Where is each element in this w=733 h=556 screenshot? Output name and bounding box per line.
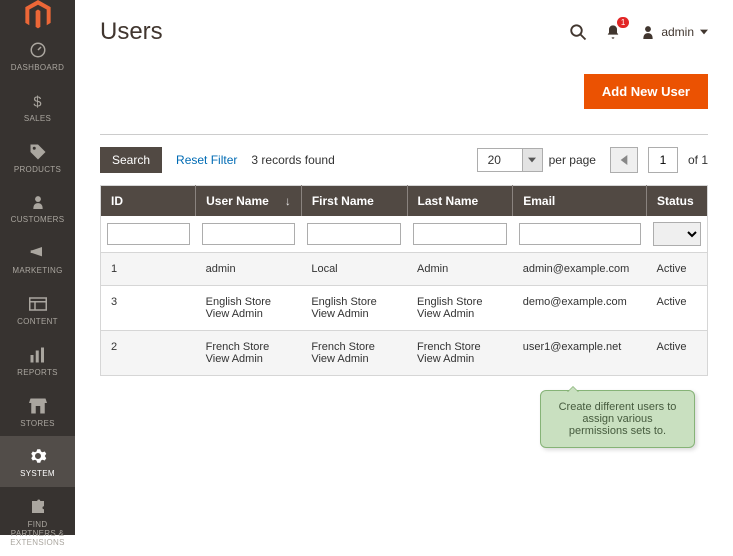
grid-toolbar: Search Reset Filter 3 records found 20 p… [100,135,708,185]
dollar-icon: $ [28,91,48,111]
filter-status-select[interactable] [653,222,702,246]
nav-stores[interactable]: STORES [0,386,75,437]
cell-firstname: Local [301,253,407,286]
cell-username: French Store View Admin [196,331,302,376]
nav-label: STORES [20,420,55,429]
nav-products[interactable]: PRODUCTS [0,132,75,183]
chevron-down-icon [700,29,708,35]
cell-lastname: English Store View Admin [407,286,513,331]
page-input[interactable] [648,147,678,173]
cell-email: demo@example.com [513,286,647,331]
col-username-header[interactable]: User Name↓ [196,186,302,217]
main-content: Users 1 admin Add New User Search Reset … [75,0,733,535]
table-row[interactable]: 1 admin Local Admin admin@example.com Ac… [101,253,708,286]
nav-label: DASHBOARD [11,64,64,73]
sort-arrow-icon: ↓ [285,194,291,208]
cell-lastname: Admin [407,253,513,286]
filter-username-input[interactable] [202,223,296,245]
notification-badge: 1 [617,17,629,28]
nav-label: FIND PARTNERS & EXTENSIONS [4,521,71,547]
filter-lastname-input[interactable] [413,223,507,245]
cell-lastname: French Store View Admin [407,331,513,376]
nav-content[interactable]: CONTENT [0,284,75,335]
header-actions: 1 admin [569,23,708,41]
col-email-header[interactable]: Email [513,186,647,217]
cell-email: user1@example.net [513,331,647,376]
svg-text:$: $ [33,94,41,110]
cell-email: admin@example.com [513,253,647,286]
cell-status: Active [647,331,708,376]
gear-icon [28,446,48,466]
search-button[interactable]: Search [100,147,162,173]
col-status-header[interactable]: Status [647,186,708,217]
layout-icon [28,294,48,314]
puzzle-icon [28,497,48,517]
per-page-control: 20 per page [477,148,596,172]
table-row[interactable]: 2 French Store View Admin French Store V… [101,331,708,376]
cell-firstname: English Store View Admin [301,286,407,331]
col-id-header[interactable]: ID [101,186,196,217]
user-icon [641,24,655,40]
store-icon [28,396,48,416]
cell-firstname: French Store View Admin [301,331,407,376]
per-page-label: per page [549,153,596,167]
page-title: Users [100,18,163,46]
nav-sales[interactable]: $ SALES [0,81,75,132]
actions-bar: Add New User [100,54,708,135]
reset-filter-link[interactable]: Reset Filter [176,153,237,167]
nav-partners[interactable]: FIND PARTNERS & EXTENSIONS [0,487,75,555]
pager: of 1 [610,147,708,173]
tag-icon [28,142,48,162]
nav-dashboard[interactable]: DASHBOARD [0,30,75,81]
chart-icon [28,345,48,365]
add-new-user-button[interactable]: Add New User [584,74,708,109]
cell-id: 1 [101,253,196,286]
nav-label: MARKETING [12,267,62,276]
page-header: Users 1 admin [100,0,708,54]
page-size-select[interactable]: 20 [477,148,543,172]
megaphone-icon [28,243,48,263]
user-label: admin [661,25,694,39]
nav-label: SALES [24,115,51,124]
table-row[interactable]: 3 English Store View Admin English Store… [101,286,708,331]
person-icon [28,192,48,212]
nav-marketing[interactable]: MARKETING [0,233,75,284]
nav-label: CONTENT [17,318,58,327]
notification-icon[interactable]: 1 [605,23,623,41]
cell-id: 2 [101,331,196,376]
col-lastname-header[interactable]: Last Name [407,186,513,217]
dashboard-icon [28,40,48,60]
filter-firstname-input[interactable] [307,223,401,245]
prev-page-button[interactable] [610,147,638,173]
nav-reports[interactable]: REPORTS [0,335,75,386]
users-table: ID User Name↓ First Name Last Name Email… [100,185,708,376]
cell-username: admin [196,253,302,286]
records-found: 3 records found [251,153,334,167]
filter-email-input[interactable] [519,223,641,245]
chevron-down-icon[interactable] [522,149,542,171]
page-size-value: 20 [478,149,522,171]
cell-username: English Store View Admin [196,286,302,331]
nav-label: REPORTS [17,369,58,378]
nav-label: CUSTOMERS [11,216,65,225]
search-icon[interactable] [569,23,587,41]
user-menu[interactable]: admin [641,24,708,40]
col-firstname-header[interactable]: First Name [301,186,407,217]
magento-logo[interactable] [0,0,75,30]
sidebar: DASHBOARD $ SALES PRODUCTS CUSTOMERS MARK… [0,0,75,535]
filter-row [101,216,708,253]
nav-label: PRODUCTS [14,166,61,175]
nav-customers[interactable]: CUSTOMERS [0,182,75,233]
page-of-label: of 1 [688,153,708,167]
nav-label: SYSTEM [20,470,55,479]
cell-status: Active [647,253,708,286]
filter-id-input[interactable] [107,223,190,245]
nav-system[interactable]: SYSTEM [0,436,75,487]
cell-id: 3 [101,286,196,331]
help-tooltip: Create different users to assign various… [540,390,695,448]
cell-status: Active [647,286,708,331]
